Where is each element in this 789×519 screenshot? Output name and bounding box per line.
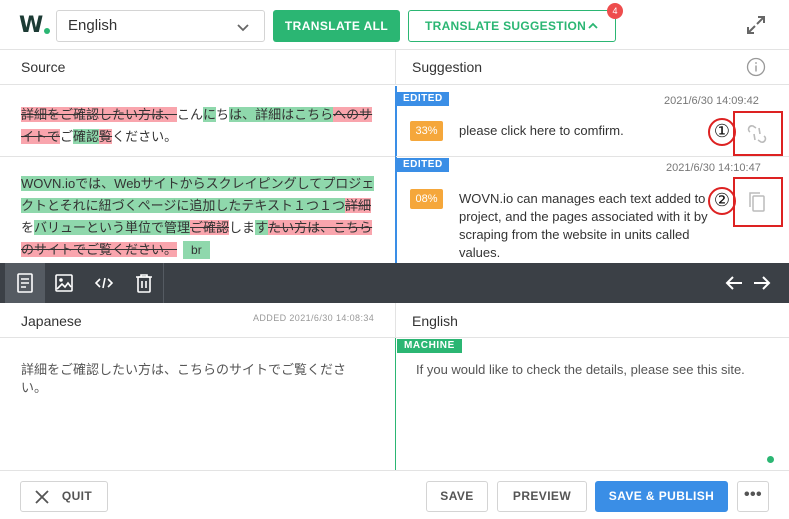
suggestion-header: Suggestion [395, 50, 789, 85]
info-icon[interactable] [746, 57, 766, 77]
unchanged-text: こん [177, 107, 204, 122]
suggestion-text[interactable]: please click here to comfirm. [459, 122, 699, 140]
language-select-value: English [68, 17, 118, 34]
inserted-text: バリューという単位で管理 [34, 220, 191, 235]
copy-icon[interactable] [748, 191, 766, 213]
arrow-right-icon[interactable] [752, 273, 772, 293]
inserted-text: に [203, 107, 217, 122]
suggestion-timestamp: 2021/6/30 14:09:42 [664, 95, 759, 107]
save-button[interactable]: SAVE [426, 481, 488, 512]
machine-badge: MACHINE [397, 339, 462, 353]
segment-toolbar [0, 263, 789, 303]
wovn-logo[interactable]: W [19, 13, 50, 38]
preview-button[interactable]: PREVIEW [497, 481, 587, 512]
inserted-text: 確認 [73, 129, 100, 144]
more-options-button[interactable]: ••• [737, 481, 769, 512]
annotation-marker-2: ② [708, 187, 736, 215]
active-segment-line [395, 86, 397, 263]
status-badge: EDITED [397, 158, 449, 172]
inserted-text: WOVN.ioでは、Webサイトからスクレイピングしてプロジェクトとそれに紐づく… [21, 176, 375, 213]
target-language-header: English [395, 303, 789, 338]
code-icon [95, 277, 113, 289]
original-text: 詳細をご確認したい方は、こちらのサイトでご覧ください。 [21, 362, 347, 395]
deleted-text: 覧 [99, 129, 113, 144]
suggestion-text[interactable]: WOVN.io can manages each text added to t… [459, 190, 731, 262]
logo-dot [44, 28, 50, 34]
unlink-icon[interactable] [744, 122, 770, 146]
annotation-marker-1: ① [708, 118, 736, 146]
chevron-up-icon [588, 22, 598, 29]
source-header: Source [0, 50, 395, 85]
language-select[interactable]: English [56, 10, 265, 42]
inserted-text: す [255, 220, 269, 235]
segment-divider [0, 156, 395, 157]
translate-suggestion-label: TRANSLATE SUGGESTION [425, 19, 587, 33]
expand-icon[interactable] [745, 14, 767, 36]
added-timestamp: ADDED 2021/6/30 14:08:34 [253, 313, 375, 323]
document-icon [17, 273, 33, 293]
deleted-text: ご確認 [190, 220, 230, 235]
translate-suggestion-button[interactable]: TRANSLATE SUGGESTION [408, 10, 616, 42]
save-publish-button[interactable]: SAVE & PUBLISH [595, 481, 728, 512]
html-tag-chip[interactable]: br [183, 241, 210, 259]
suggestion-count-badge: 4 [607, 3, 623, 19]
tool-trash[interactable] [124, 263, 164, 303]
match-percentage: 33% [410, 121, 443, 141]
inserted-text: は、詳細はこちら [229, 107, 334, 122]
unchanged-text: ください。 [112, 129, 178, 144]
trash-icon [136, 274, 152, 293]
image-icon [55, 274, 73, 292]
match-percentage: 08% [410, 189, 443, 209]
toolbar-divider [163, 263, 164, 303]
suggestion-timestamp: 2021/6/30 14:10:47 [666, 162, 761, 174]
chevron-down-icon [237, 24, 249, 32]
unchanged-text: ち [216, 107, 230, 122]
tool-code[interactable] [84, 263, 124, 303]
status-dot [767, 456, 774, 463]
translation-text[interactable]: If you would like to check the details, … [416, 361, 756, 379]
translation-editor[interactable] [395, 338, 789, 470]
deleted-text: 詳細をご確認したい方は、 [21, 107, 178, 122]
tool-document[interactable] [5, 263, 45, 303]
status-badge: EDITED [397, 92, 449, 106]
translate-all-button[interactable]: TRANSLATE ALL [273, 10, 400, 42]
source-segment-1[interactable]: 詳細をご確認したい方は、こんにちは、詳細はこちらへのサイトでご確認覧ください。 [0, 104, 395, 148]
quit-label: QUIT [61, 489, 93, 503]
arrow-left-icon[interactable] [724, 273, 744, 293]
source-segment-2[interactable]: WOVN.ioでは、Webサイトからスクレイピングしてプロジェクトとそれに紐づく… [0, 173, 395, 261]
quit-button[interactable]: QUIT [20, 481, 108, 512]
unchanged-text: を [21, 220, 35, 235]
tool-image[interactable] [44, 263, 84, 303]
deleted-text: 詳細 [344, 198, 371, 213]
segment-divider [396, 156, 789, 157]
close-icon [35, 490, 49, 504]
unchanged-text: ご [60, 129, 74, 144]
unchanged-text: しま [229, 220, 256, 235]
